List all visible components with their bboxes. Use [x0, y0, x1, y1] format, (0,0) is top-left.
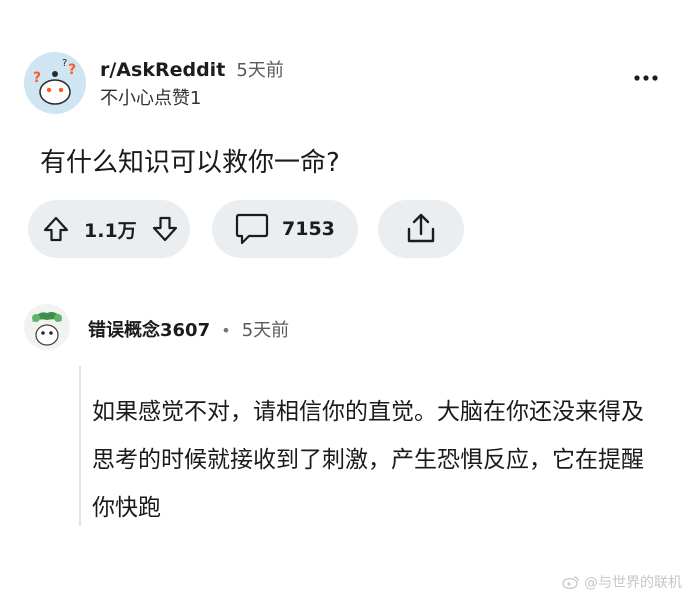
comments-button[interactable]: 7153: [212, 200, 358, 258]
svg-text:?: ?: [62, 58, 67, 69]
downvote-icon: [152, 216, 177, 242]
share-button[interactable]: [378, 200, 464, 258]
upvote-icon: [43, 216, 69, 242]
thread-line[interactable]: [79, 366, 81, 526]
downvote-button[interactable]: [151, 215, 179, 243]
vote-control: 1.1万: [28, 200, 190, 258]
watermark-text: @与世界的联机: [584, 575, 682, 591]
upvote-button[interactable]: [42, 215, 70, 243]
post-header: ? ? ? r/AskReddit 5天前 不小心点赞1: [24, 48, 666, 114]
snoo-avatar-icon: ? ? ?: [24, 52, 86, 114]
comment-icon: [235, 213, 269, 245]
vote-count: 1.1万: [84, 219, 137, 242]
comment-time: 5天前: [241, 320, 290, 341]
comment-count: 7153: [282, 218, 335, 240]
comment-header: 错误概念3607 • 5天前: [24, 302, 424, 352]
share-icon: [407, 213, 435, 243]
comment-body: 如果感觉不对，请相信你的直觉。大脑在你还没来得及思考的时候就接收到了刺激，产生恐…: [92, 399, 644, 521]
subreddit-avatar[interactable]: ? ? ?: [24, 52, 86, 114]
meta-separator: •: [221, 321, 231, 340]
watermark: @与世界的联机: [562, 572, 682, 592]
post-time: 5天前: [236, 60, 284, 81]
comment-icon-wrap: [234, 212, 270, 246]
more-options-button[interactable]: [632, 64, 660, 92]
subreddit-name[interactable]: r/AskReddit: [100, 59, 225, 81]
weibo-icon: [562, 576, 579, 589]
svg-text:?: ?: [33, 70, 41, 86]
more-options-icon: [634, 75, 658, 81]
post-title[interactable]: 有什么知识可以救你一命?: [40, 142, 340, 179]
comment-author[interactable]: 错误概念3607: [88, 320, 210, 341]
svg-text:?: ?: [68, 62, 76, 78]
post-author[interactable]: 不小心点赞1: [100, 84, 201, 110]
comment-avatar-icon: [24, 304, 70, 350]
subreddit-line: r/AskReddit 5天前: [100, 56, 284, 82]
comment-meta: 错误概念3607 • 5天前: [88, 316, 289, 342]
comment-avatar[interactable]: [24, 304, 70, 350]
